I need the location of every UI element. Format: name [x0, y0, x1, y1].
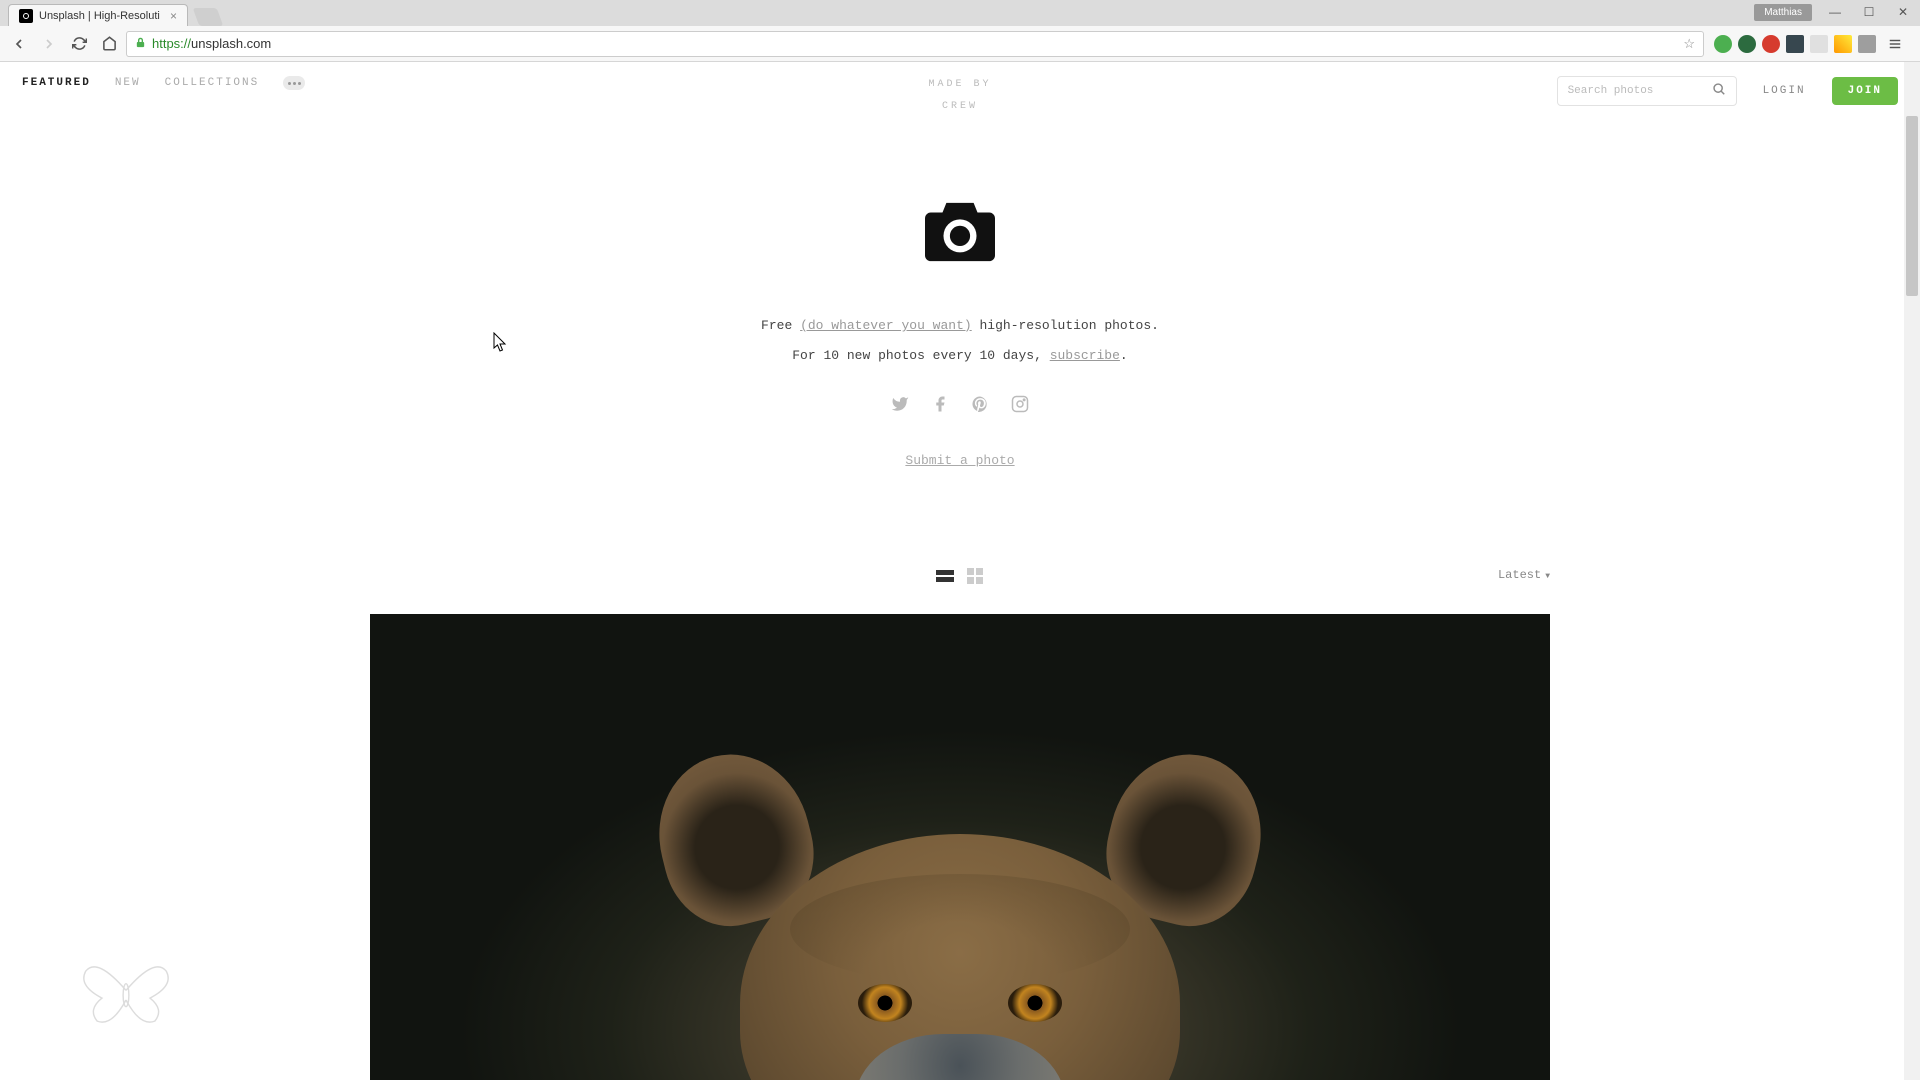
site-header: FEATURED NEW COLLECTIONS MADE BY CREW LO… — [0, 62, 1920, 116]
search-box[interactable] — [1557, 76, 1737, 106]
tab-title: Unsplash | High-Resoluti — [39, 10, 160, 22]
feed-controls: Latest ▼ — [370, 568, 1550, 592]
sort-label: Latest — [1498, 568, 1541, 582]
page-viewport: FEATURED NEW COLLECTIONS MADE BY CREW LO… — [0, 62, 1920, 1080]
tab-strip: Unsplash | High-Resoluti × Matthias — ☐ … — [0, 0, 1920, 26]
back-button[interactable] — [6, 31, 32, 57]
instagram-icon[interactable] — [1011, 395, 1029, 413]
home-button[interactable] — [96, 31, 122, 57]
minimize-button[interactable]: — — [1818, 1, 1852, 23]
nav-right: LOGIN JOIN — [1557, 76, 1898, 106]
twitter-icon[interactable] — [891, 395, 909, 413]
nav-featured[interactable]: FEATURED — [22, 77, 91, 89]
forward-button[interactable] — [36, 31, 62, 57]
photo-feed — [370, 614, 1550, 1080]
tagline-text: high-resolution photos. — [972, 318, 1159, 333]
nav-collections[interactable]: COLLECTIONS — [165, 77, 260, 89]
chrome-menu-icon[interactable] — [1882, 31, 1908, 57]
tagline-text: For 10 new photos every 10 days, — [792, 348, 1049, 363]
nav-new[interactable]: NEW — [115, 77, 141, 89]
subscribe-link[interactable]: subscribe — [1050, 348, 1120, 363]
browser-tab[interactable]: Unsplash | High-Resoluti × — [8, 4, 188, 26]
featured-photo[interactable] — [370, 614, 1550, 1080]
search-icon[interactable] — [1712, 82, 1726, 100]
reload-button[interactable] — [66, 31, 92, 57]
lock-icon — [135, 36, 146, 52]
butterfly-widget-icon[interactable] — [78, 952, 174, 1028]
extension-icon[interactable] — [1834, 35, 1852, 53]
profile-chip[interactable]: Matthias — [1754, 4, 1812, 21]
license-link[interactable]: (do whatever you want) — [800, 318, 972, 333]
made-by-crew[interactable]: MADE BY CREW — [928, 74, 991, 118]
submit-photo-link[interactable]: Submit a photo — [905, 453, 1014, 468]
bookmark-star-icon[interactable]: ☆ — [1683, 36, 1695, 52]
search-input[interactable] — [1568, 85, 1712, 97]
pinterest-icon[interactable] — [971, 395, 989, 413]
extension-icon[interactable] — [1810, 35, 1828, 53]
hero: Free (do whatever you want) high-resolut… — [0, 116, 1920, 508]
extension-icon[interactable] — [1858, 35, 1876, 53]
join-button[interactable]: JOIN — [1832, 77, 1898, 105]
tagline-text: Free — [761, 318, 800, 333]
browser-window: Unsplash | High-Resoluti × Matthias — ☐ … — [0, 0, 1920, 1080]
nav-left: FEATURED NEW COLLECTIONS — [22, 76, 305, 90]
scrollbar-thumb[interactable] — [1906, 116, 1918, 296]
grid-view-icon[interactable] — [966, 568, 984, 584]
extension-icon[interactable] — [1714, 35, 1732, 53]
tagline-text: . — [1120, 348, 1128, 363]
tagline: Free (do whatever you want) high-resolut… — [0, 311, 1920, 371]
nav-more-button[interactable] — [283, 76, 305, 90]
extension-icons — [1708, 31, 1914, 57]
close-window-button[interactable]: ✕ — [1886, 1, 1920, 23]
extension-icon[interactable] — [1786, 35, 1804, 53]
social-links — [0, 395, 1920, 413]
address-bar[interactable]: https://unsplash.com ☆ — [126, 31, 1704, 57]
new-tab-button[interactable] — [193, 8, 224, 26]
extension-icon[interactable] — [1762, 35, 1780, 53]
login-button[interactable]: LOGIN — [1749, 77, 1820, 105]
window-controls: Matthias — ☐ ✕ — [1754, 0, 1920, 24]
facebook-icon[interactable] — [931, 395, 949, 413]
url-text: https://unsplash.com — [152, 36, 271, 51]
maximize-button[interactable]: ☐ — [1852, 1, 1886, 23]
view-toggle — [936, 568, 984, 584]
camera-icon — [19, 9, 33, 23]
camera-logo-icon — [925, 202, 995, 265]
list-view-icon[interactable] — [936, 568, 954, 584]
photo-subject — [650, 754, 1270, 1080]
extension-icon[interactable] — [1738, 35, 1756, 53]
sort-dropdown[interactable]: Latest ▼ — [1498, 568, 1550, 582]
close-tab-icon[interactable]: × — [170, 10, 177, 22]
toolbar: https://unsplash.com ☆ — [0, 26, 1920, 62]
chevron-down-icon: ▼ — [1545, 572, 1550, 581]
